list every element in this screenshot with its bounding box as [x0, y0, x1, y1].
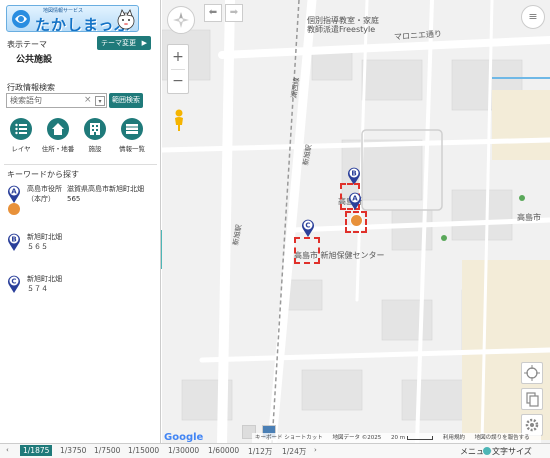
locate-button[interactable]	[521, 362, 543, 384]
scale-option-24man[interactable]: 1/24万	[282, 446, 306, 457]
marker-a-icon: A	[8, 185, 20, 203]
search-result-b[interactable]: B 新旭町北畑５６５	[6, 232, 156, 262]
selection-box	[294, 237, 320, 264]
result-name: 新旭町北畑５６５	[27, 233, 62, 251]
theme-change-button[interactable]: テーマ変更 ▶	[97, 36, 151, 50]
divider	[4, 164, 157, 165]
theme-name: 公共施設	[16, 55, 53, 65]
area-search-button[interactable]: 範囲検索	[109, 93, 143, 108]
search-result-c[interactable]: C 新旭町北畑５７４	[6, 274, 156, 304]
scale-label: 20 m	[391, 435, 406, 441]
sidebar: 地図情報サービス たかしまっぷ 表示テーマ テーマ変更 ▶ 公共施設 行政情報検…	[0, 0, 161, 443]
home-icon	[47, 118, 69, 140]
svg-text:C: C	[305, 222, 310, 230]
map-label-freestyle: 教師派遣Freestyle	[307, 25, 376, 34]
zoom-control: + −	[167, 44, 189, 94]
nav-facility-label: 施設	[88, 145, 102, 153]
result-address: 滋賀県高島市新旭町北畑565	[67, 185, 144, 203]
logo-swirl-icon	[12, 10, 30, 28]
nav-layer-label: レイヤ	[11, 145, 31, 153]
nav-info-button[interactable]: 情報一覧	[114, 118, 150, 154]
scale-option-1875[interactable]: 1/1875	[20, 445, 53, 456]
scale-selector: ‹ 1/1875 1/3750 1/7500 1/15000 1/30000 1…	[0, 443, 550, 458]
scale-option-12man[interactable]: 1/12万	[248, 446, 272, 457]
marker-c-icon: C	[8, 275, 20, 293]
marker-letter: C	[11, 278, 16, 286]
play-arrow-icon: ▶	[141, 39, 147, 47]
compass-control[interactable]	[167, 6, 195, 34]
scale-prev-icon[interactable]: ‹	[6, 446, 9, 454]
scale-next-icon[interactable]: ›	[314, 446, 317, 454]
nav-info-label: 情報一覧	[119, 145, 145, 153]
copy-layers-button[interactable]	[521, 388, 543, 410]
scale-option-30000[interactable]: 1/30000	[168, 446, 199, 455]
nav-address-label: 住所・地番	[41, 145, 75, 153]
facility-icon[interactable]	[350, 214, 363, 227]
scale-option-15000[interactable]: 1/15000	[128, 446, 159, 455]
list-icon	[10, 118, 32, 140]
keyboard-shortcuts-link[interactable]: キーボード ショートカット	[255, 435, 323, 441]
hamburger-icon: ≡	[528, 10, 538, 23]
search-result-a[interactable]: A 高島市役所（本庁） 滋賀県高島市新旭町北畑565	[6, 184, 156, 224]
scale-option-7500[interactable]: 1/7500	[94, 446, 120, 455]
map-marker-a[interactable]: A	[347, 191, 363, 211]
nav-layer-button[interactable]: レイヤ	[3, 118, 39, 154]
font-size-icon	[483, 447, 491, 455]
search-input[interactable]	[6, 93, 107, 108]
marker-letter: A	[11, 188, 17, 196]
nav-address-button[interactable]: 住所・地番	[40, 118, 76, 154]
google-logo: Google	[164, 432, 204, 443]
facility-icon	[8, 203, 20, 215]
logo-subtitle: 地図情報サービス	[43, 8, 84, 14]
map-view[interactable]: 個別指導教室・家庭 教師派遣Freestyle マロニエ通り 湖西線 新旭駅 新…	[162, 0, 550, 443]
scale-option-60000[interactable]: 1/60000	[208, 446, 239, 455]
map-attribution: キーボード ショートカット 地図データ ©2025 20 m 利用規約 地図の誤…	[252, 433, 541, 443]
zoom-in-button[interactable]: +	[168, 45, 188, 69]
result-name: 新旭町北畑５７４	[27, 275, 62, 293]
keyword-label: キーワードから探す	[7, 170, 79, 179]
theme-label: 表示テーマ	[7, 40, 47, 49]
table-icon	[121, 118, 143, 140]
svg-text:A: A	[352, 195, 358, 203]
search-label: 行政情報検索	[7, 83, 55, 92]
marker-b-icon: B	[8, 233, 20, 251]
pegman-icon[interactable]	[169, 108, 189, 132]
map-menu-button[interactable]: ≡	[521, 5, 545, 29]
report-error-link[interactable]: 地図の誤りを報告する	[475, 435, 530, 441]
map-label-takashima: 高島市	[517, 213, 541, 222]
marker-letter: B	[11, 236, 16, 244]
nav-facility-button[interactable]: 施設	[77, 118, 113, 154]
mascot-icon	[117, 9, 135, 30]
scale-option-3750[interactable]: 1/3750	[60, 446, 86, 455]
gear-icon	[525, 418, 539, 432]
scale-bar	[407, 435, 434, 440]
site-logo[interactable]: 地図情報サービス たかしまっぷ	[6, 5, 139, 32]
font-size-button[interactable]: 文字サイズ	[483, 446, 532, 457]
chevron-down-icon[interactable]: ▾	[95, 96, 105, 106]
zoom-out-button[interactable]: −	[168, 70, 188, 94]
compass-icon	[173, 12, 189, 28]
copy-icon	[526, 392, 539, 407]
forward-arrow-icon[interactable]: ➡	[225, 4, 243, 22]
map-marker-c[interactable]: C	[300, 218, 316, 238]
crosshair-icon	[524, 365, 540, 381]
close-icon[interactable]: ×	[84, 95, 92, 105]
back-arrow-icon[interactable]: ⬅	[204, 4, 222, 22]
building-icon	[84, 118, 106, 140]
result-name: 高島市役所（本庁）	[27, 185, 62, 203]
svg-text:B: B	[351, 170, 356, 178]
map-data-credit: 地図データ ©2025	[332, 435, 382, 441]
terms-link[interactable]: 利用規約	[443, 435, 465, 441]
theme-change-label: テーマ変更	[101, 39, 136, 47]
